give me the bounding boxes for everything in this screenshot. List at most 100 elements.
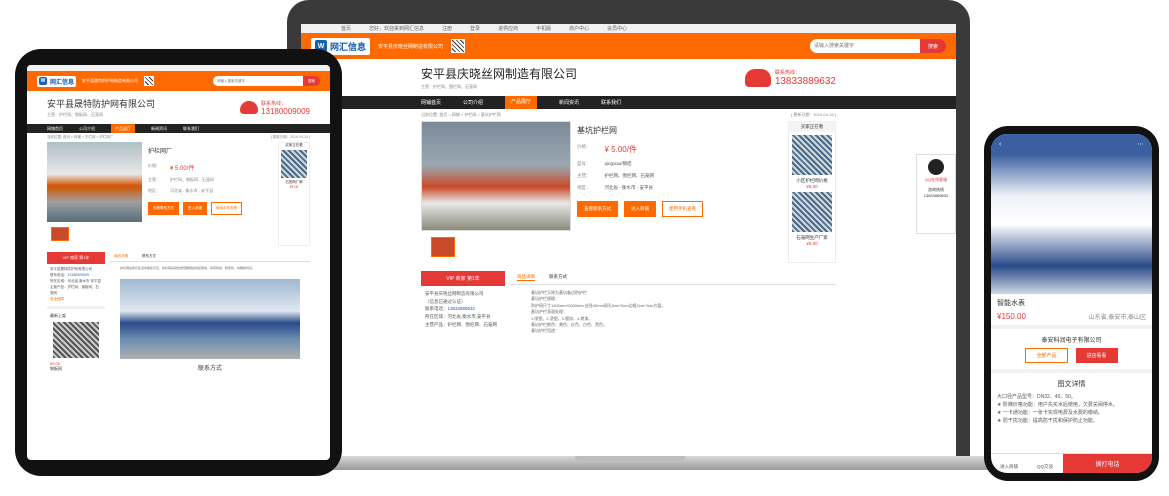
product-price: ¥ 5.00/件 [604, 145, 637, 154]
qr-code-icon [144, 76, 155, 86]
search-input[interactable] [213, 76, 303, 86]
qq-icon[interactable] [928, 159, 944, 175]
vip-phone-label: 联系电话： [425, 306, 448, 312]
product-title: 智能水表 [997, 300, 1025, 307]
tab-details[interactable]: 商品详情 [517, 274, 535, 281]
nav-item-contact[interactable]: 联系我们 [183, 126, 199, 132]
nav-item-news[interactable]: 新闻资讯 [559, 99, 579, 106]
phone-bottom-bar: 进入商铺 QQ交谈 拨打电话 [991, 453, 1152, 473]
company-name: 泰安科润电子有限公司 [991, 325, 1152, 348]
qq-chat-tab[interactable]: QQ交谈 [1027, 454, 1063, 473]
buyers-watching: 买家正在看 石笼网厂家 ¥5.00 [278, 142, 310, 246]
product-main: 护栏网、围栏网、石笼网 [604, 173, 655, 178]
topbar-link[interactable]: 商户中心 [569, 25, 589, 32]
vip-area-label: 所在区域： [50, 278, 68, 283]
product-thumbnail[interactable] [51, 227, 69, 241]
tab-contact[interactable]: 联系方式 [549, 274, 567, 281]
product-image [991, 154, 1152, 294]
tab-contact[interactable]: 联系方式 [142, 254, 156, 259]
product-model: qingxiao/钢结 [604, 161, 632, 166]
laptop-notch [575, 456, 685, 461]
phone-device: ‹ ⋯ 智能水表 ¥150.00 山东省,泰安市,泰山区 泰安科润电子有限公司 … [984, 126, 1159, 481]
vip-area-label: 所在区域： [425, 313, 448, 319]
product-gallery [421, 121, 571, 263]
product-main: 护栏网、钢板网、石笼网 [170, 177, 214, 182]
product-title: 基坑护栏网 [577, 126, 617, 135]
model-label: 型号： [577, 161, 591, 166]
view-contact-button[interactable]: 查看联系方式 [148, 202, 179, 215]
product-location: 山东省,泰安市,泰山区 [1088, 315, 1146, 321]
topbar-link[interactable]: 手机版 [536, 25, 551, 32]
site-header: W网汇信息 安平县庆晓丝网制造有限公司 搜索 [301, 33, 956, 59]
enter-shop-tab[interactable]: 进入商铺 [991, 454, 1027, 473]
topbar-link[interactable]: 会员中心 [607, 25, 627, 32]
service-number: 13833889632 [923, 193, 949, 198]
mobile-view-button[interactable]: 使用手机查看 [211, 202, 242, 215]
nav-item-products[interactable]: 产品展厅 [111, 124, 135, 133]
back-icon[interactable]: ‹ [999, 141, 1001, 148]
main-products: 主营：护栏网、钢板网、石笼网 [47, 112, 103, 117]
search-button[interactable]: 搜索 [919, 39, 946, 53]
nav-item-about[interactable]: 公司介绍 [79, 126, 95, 132]
breadcrumb-text: 当前位置: 首页 > 网铺 > 护栏网 > 护栏网厂 [47, 135, 114, 139]
detail-title: 图文详情 [991, 369, 1152, 391]
side-product-image[interactable] [281, 150, 307, 178]
main-nav: 网铺首页 公司介绍 产品展厅 新闻资讯 联系我们 [301, 96, 956, 109]
detail-tabs: 商品详情 联系方式 护栏网在我们生活中随处可见，护栏网采用优质低碳钢丝焊接而成，… [110, 252, 310, 376]
topbar-link[interactable]: 登录 [470, 25, 480, 32]
nav-item-products[interactable]: 产品展厅 [505, 96, 538, 109]
breadcrumb: 当前位置: 首页 > 网铺 > 护栏网 > 护栏网厂 [ 更新日期：2019-0… [27, 133, 330, 142]
view-contact-button[interactable]: 查看联系方式 [577, 201, 618, 217]
search-box: 搜索 [809, 39, 946, 53]
more-icon[interactable]: ⋯ [1137, 140, 1144, 148]
laptop-device: 首页 您好，欢迎来到网汇信息 注册 登录 进供应商 手机版 商户中心 会员中心 … [287, 0, 970, 462]
update-date: [ 更新日期：2019-04-24 ] [270, 135, 310, 139]
qq-label[interactable]: QQ在线客服 [917, 177, 955, 183]
enter-shop-button[interactable]: 进入商铺 [624, 201, 656, 217]
detail-text: 大口径产品型号：DN32、40、50。 ★ 阶梯价格功能：用户先买水后使用，欠费… [991, 391, 1152, 427]
side-product-image[interactable] [792, 192, 832, 232]
search-input[interactable] [809, 39, 920, 53]
product-main-image [421, 121, 571, 231]
enter-shop-button[interactable]: 进入商铺 [183, 202, 207, 215]
hotline-label: 联系热线： [261, 100, 287, 107]
nav-item-about[interactable]: 公司介绍 [463, 99, 483, 106]
side-product-price: ¥5.00 [806, 184, 818, 189]
topbar-link[interactable]: 首页 [341, 25, 351, 32]
latest-product-image[interactable] [53, 321, 99, 358]
topbar-link[interactable]: 注册 [442, 25, 452, 32]
detail-line: ★ 防干扰功能：提高防干扰和保护防止功能。 [997, 418, 1098, 424]
vip-main: 护栏网、围栏网、石笼网 [447, 321, 498, 327]
detail-text: 护栏网在我们生活中随处可见，护栏网采用优质低碳钢丝焊接而成，具有防腐、耐老化、抗… [120, 266, 256, 270]
site-header: W网汇信息 安平县晟特防护网制造有限公司 搜索 [27, 71, 330, 91]
telephone-icon [240, 101, 259, 114]
mobile-view-button[interactable]: 使用手机查看 [662, 201, 703, 217]
vip-area: 河北省,衡水市,安平县 [67, 278, 101, 283]
call-button[interactable]: 拨打电话 [1063, 454, 1152, 473]
company-info: 安平县庆晓丝网制造有限公司 主营：护栏网、围栏网、石笼网 联系热线： 13833… [301, 59, 956, 96]
vip-main-label: 主营产品： [425, 321, 448, 327]
nav-item-contact[interactable]: 联系我们 [601, 99, 621, 106]
side-product-image[interactable] [792, 135, 832, 175]
search-box: 搜索 [213, 76, 320, 86]
site-logo[interactable]: W 网汇信息 [37, 75, 77, 87]
nav-item-news[interactable]: 新闻资讯 [151, 126, 167, 132]
topbar-link[interactable]: 进供应商 [498, 25, 518, 32]
hotline: 联系热线： 13180009009 [240, 100, 310, 116]
top-bar: 首页 您好，欢迎来到网汇信息 注册 登录 进供应商 手机版 商户中心 会员中心 [301, 24, 956, 33]
company-name: 安平县庆晓丝网制造有限公司 [421, 67, 578, 81]
all-products-button[interactable]: 全部产品 [1025, 348, 1068, 363]
qq-service-panel: QQ在线客服 咨询热线 13833889632 [916, 154, 956, 234]
vip-card: VIP 商家 第1年 安平县晟特防护网有限公司 联系电话：13180009009… [47, 252, 105, 376]
product-title: 护栏网厂 [148, 149, 173, 155]
latest-item[interactable]: 钢板网 [50, 366, 102, 372]
product-thumbnail[interactable] [431, 237, 455, 257]
latest-section: 最新上架 ¥5.00 钢板网 [47, 305, 105, 376]
detail-image [120, 278, 300, 359]
visit-shop-button[interactable]: 进店看看 [1075, 348, 1118, 363]
search-button[interactable]: 搜索 [303, 76, 320, 86]
tab-details[interactable]: 商品详情 [114, 254, 128, 259]
nav-item-home[interactable]: 网铺首页 [421, 99, 441, 106]
vip-header: VIP 商家 第1年 [421, 271, 505, 286]
nav-item-home[interactable]: 网铺首页 [47, 126, 63, 132]
